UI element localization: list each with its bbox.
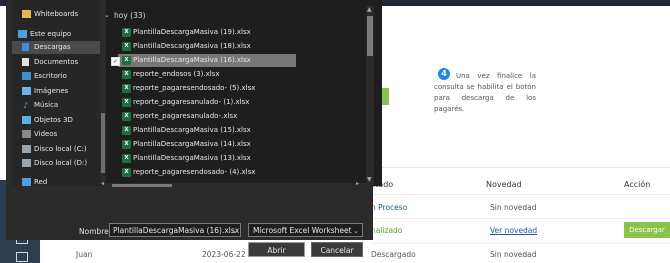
- computer-icon: [18, 30, 27, 38]
- file-item[interactable]: Xreporte_pagaresanulado-.xlsx: [118, 110, 298, 123]
- scrollbar-thumb[interactable]: [367, 16, 373, 56]
- file-item[interactable]: Xreporte_endosos (3).xlsx: [118, 68, 298, 81]
- excel-file-icon: X: [122, 140, 131, 149]
- column-header-accion: Acción: [624, 180, 651, 189]
- excel-file-icon: X: [122, 98, 131, 107]
- tree-item-escritorio[interactable]: Escritorio: [12, 70, 100, 83]
- file-list-scrollbar[interactable]: ▲ ▼: [366, 6, 374, 186]
- tree-item-whiteboards[interactable]: Whiteboards: [12, 8, 100, 21]
- user-cell: Juan: [76, 250, 93, 259]
- excel-file-icon: X: [122, 42, 131, 51]
- cancel-button[interactable]: Cancelar: [311, 242, 363, 257]
- step-instructions: Una vez finalice la consulta se habilita…: [434, 72, 536, 113]
- view-novedad-link[interactable]: Ver novedad: [490, 226, 537, 235]
- report-icon[interactable]: [16, 252, 28, 262]
- excel-file-icon: X: [122, 70, 131, 79]
- scroll-up-icon[interactable]: ▲: [367, 6, 372, 13]
- drive-icon: [22, 145, 31, 153]
- tree-item-descargas[interactable]: Descargas: [12, 41, 100, 54]
- column-header-novedad: Novedad: [486, 180, 522, 189]
- image-icon: [22, 87, 31, 95]
- file-item[interactable]: X PlantillaDescargaMasiva (15).xlsx: [118, 124, 298, 137]
- file-item[interactable]: X PlantillaDescargaMasiva (14).xlsx: [118, 138, 298, 151]
- document-icon: [22, 58, 29, 66]
- video-icon: [22, 130, 31, 138]
- chevron-down-icon[interactable]: ⌄: [231, 224, 237, 238]
- navigation-pane: Whiteboards Este equipo Descargas Docume…: [12, 0, 105, 186]
- cube-icon: [22, 116, 31, 124]
- excel-file-icon: X: [122, 84, 131, 93]
- file-item[interactable]: X PlantillaDescargaMasiva (13).xlsx: [118, 152, 298, 165]
- open-button[interactable]: Abrir: [248, 242, 305, 257]
- scroll-down-icon[interactable]: ▼: [367, 176, 372, 183]
- drive-icon: [22, 159, 31, 167]
- excel-file-icon: X: [122, 56, 131, 65]
- file-name-input[interactable]: PlantillaDescargaMasiva (16).xlsx ⌄: [109, 223, 241, 237]
- file-item[interactable]: X PlantillaDescargaMasiva (18).xlsx: [118, 40, 298, 53]
- novedad-cell: Sin novedad: [490, 250, 537, 259]
- file-name-label: Nombre:: [79, 227, 112, 236]
- tree-item-musica[interactable]: ♪ Música: [12, 99, 100, 112]
- tree-item-videos[interactable]: Videos: [12, 128, 100, 141]
- download-button[interactable]: Descargar: [624, 222, 670, 238]
- row-divider: [370, 218, 670, 219]
- tree-item-disco-d[interactable]: Disco local (D:): [12, 157, 100, 170]
- excel-file-icon: X: [122, 168, 131, 177]
- file-list-hscrollbar[interactable]: ◂ ▸: [100, 180, 366, 188]
- status-cell: nalizado: [371, 226, 403, 235]
- tree-item-objetos-3d[interactable]: Objetos 3D: [12, 114, 100, 127]
- chevron-down-icon[interactable]: ⌄: [104, 11, 110, 19]
- desktop-icon: [22, 72, 31, 80]
- divider: [370, 167, 670, 168]
- tree-item-este-equipo[interactable]: Este equipo: [12, 28, 100, 41]
- folder-icon: [22, 10, 31, 18]
- file-type-select[interactable]: Microsoft Excel Worksheet (*.xls ⌄: [248, 223, 363, 249]
- excel-file-icon: X: [122, 126, 131, 135]
- file-item[interactable]: Xreporte_pagaresendosado- (4).xlsx: [118, 166, 298, 178]
- excel-file-icon: X: [122, 154, 131, 163]
- network-icon: [22, 178, 31, 186]
- navigation-scrollbar[interactable]: [101, 113, 105, 173]
- checkbox-checked-icon[interactable]: ✓: [111, 57, 120, 66]
- tree-item-documentos[interactable]: Documentos: [12, 56, 100, 69]
- novedad-cell: Sin novedad: [490, 203, 537, 212]
- excel-file-icon: X: [122, 28, 131, 37]
- file-item[interactable]: Xreporte_pagaresendosado- (5).xlsx: [118, 82, 298, 95]
- status-cell: n Proceso: [371, 203, 408, 212]
- file-item[interactable]: X PlantillaDescargaMasiva (19).xlsx: [118, 26, 298, 39]
- download-icon: [22, 43, 29, 51]
- hscrollbar-thumb[interactable]: [112, 184, 172, 187]
- row-divider: [370, 194, 670, 195]
- chevron-down-icon[interactable]: ⌄: [353, 224, 359, 238]
- group-header-today[interactable]: hoy (33): [114, 11, 146, 20]
- tree-item-imagenes[interactable]: Imágenes: [12, 85, 100, 98]
- file-item-selected[interactable]: ✓ X PlantillaDescargaMasiva (16).xlsx: [111, 54, 296, 67]
- music-icon: ♪: [23, 101, 29, 110]
- scroll-right-icon[interactable]: ▸: [356, 180, 359, 187]
- row-divider: [370, 243, 670, 244]
- excel-file-icon: X: [122, 112, 131, 121]
- status-cell: Descargado: [371, 250, 416, 259]
- tree-item-red[interactable]: Red: [12, 176, 100, 186]
- file-item[interactable]: Xreporte_pagaresanulado- (1).xlsx: [118, 96, 298, 109]
- tree-item-disco-c[interactable]: Disco local (C:): [12, 143, 100, 156]
- scroll-left-icon[interactable]: ◂: [101, 180, 104, 187]
